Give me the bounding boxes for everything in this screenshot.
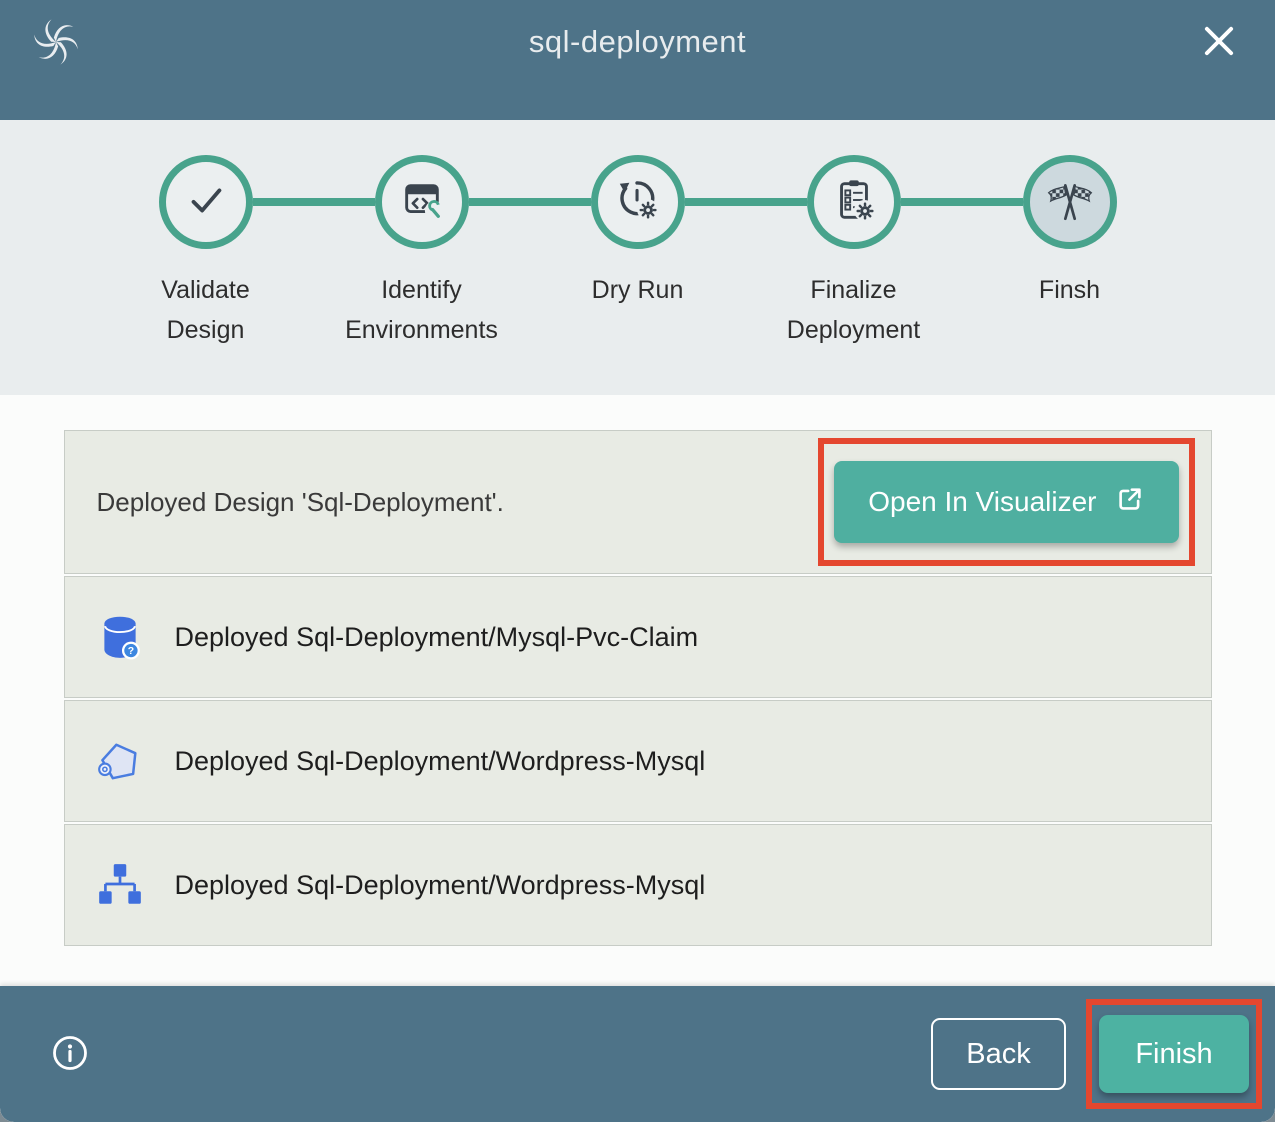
step-circle-finish [1023, 155, 1117, 249]
deployment-stepper: Validate Design [98, 155, 1178, 350]
step-circle-finalize [807, 155, 901, 249]
step-circle-identify [375, 155, 469, 249]
deployment-wizard-modal: sql-deployment [0, 0, 1275, 1122]
modal-footer: Back Finish [0, 986, 1275, 1122]
refresh-gear-icon [615, 177, 661, 228]
check-icon [183, 177, 229, 228]
result-text: Deployed Sql-Deployment/Wordpress-Mysql [175, 746, 706, 777]
page-title: sql-deployment [529, 16, 746, 68]
clipboard-gear-icon [831, 177, 877, 228]
deployment-summary-row: Deployed Design 'Sql-Deployment'. Open I… [64, 430, 1212, 574]
results-list: Deployed Design 'Sql-Deployment'. Open I… [64, 430, 1212, 946]
code-window-wrench-icon [399, 177, 445, 228]
external-link-icon [1115, 484, 1145, 521]
meshery-logo-icon [30, 16, 82, 68]
deployment-result-row: Deployed Sql-Deployment/Wordpress-Mysql [64, 824, 1212, 946]
step-label: Validate Design [121, 271, 291, 350]
result-text: Deployed Sql-Deployment/Mysql-Pvc-Claim [175, 622, 699, 653]
step-label: Identify Environments [337, 271, 507, 350]
open-in-visualizer-button[interactable]: Open In Visualizer [834, 461, 1178, 543]
open-in-visualizer-label: Open In Visualizer [868, 486, 1096, 518]
step-finalize-deployment: Finalize Deployment [746, 155, 962, 350]
step-validate-design: Validate Design [98, 155, 314, 350]
stepper-section: Validate Design [0, 120, 1275, 395]
step-finish: Finsh [962, 155, 1178, 350]
finish-button[interactable]: Finish [1099, 1015, 1249, 1093]
deployment-result-row: Deployed Sql-Deployment/Wordpress-Mysql [64, 700, 1212, 822]
hierarchy-icon [95, 860, 145, 910]
result-text: Deployed Sql-Deployment/Wordpress-Mysql [175, 870, 706, 901]
step-label: Finsh [985, 271, 1155, 311]
info-button[interactable] [50, 1034, 90, 1074]
database-icon: ? [95, 612, 145, 662]
back-button[interactable]: Back [931, 1018, 1066, 1090]
results-section: Deployed Design 'Sql-Deployment'. Open I… [0, 395, 1275, 986]
modal-header: sql-deployment [0, 0, 1275, 120]
step-identify-environments: Identify Environments [314, 155, 530, 350]
pentagon-icon [95, 736, 145, 786]
deployment-result-row: ? Deployed Sql-Deployment/Mysql-Pvc-Clai… [64, 576, 1212, 698]
close-button[interactable] [1193, 16, 1245, 68]
info-icon [50, 1033, 90, 1076]
step-label: Dry Run [553, 271, 723, 311]
highlight-box-visualizer: Open In Visualizer [818, 438, 1194, 566]
highlight-box-finish: Finish [1086, 999, 1262, 1109]
summary-text: Deployed Design 'Sql-Deployment'. [97, 487, 504, 518]
step-label: Finalize Deployment [769, 271, 939, 350]
checkered-flags-icon [1045, 175, 1095, 230]
step-circle-validate [159, 155, 253, 249]
database-badge: ? [127, 646, 133, 657]
close-icon [1197, 19, 1241, 66]
step-circle-dry-run [591, 155, 685, 249]
step-dry-run: Dry Run [530, 155, 746, 350]
